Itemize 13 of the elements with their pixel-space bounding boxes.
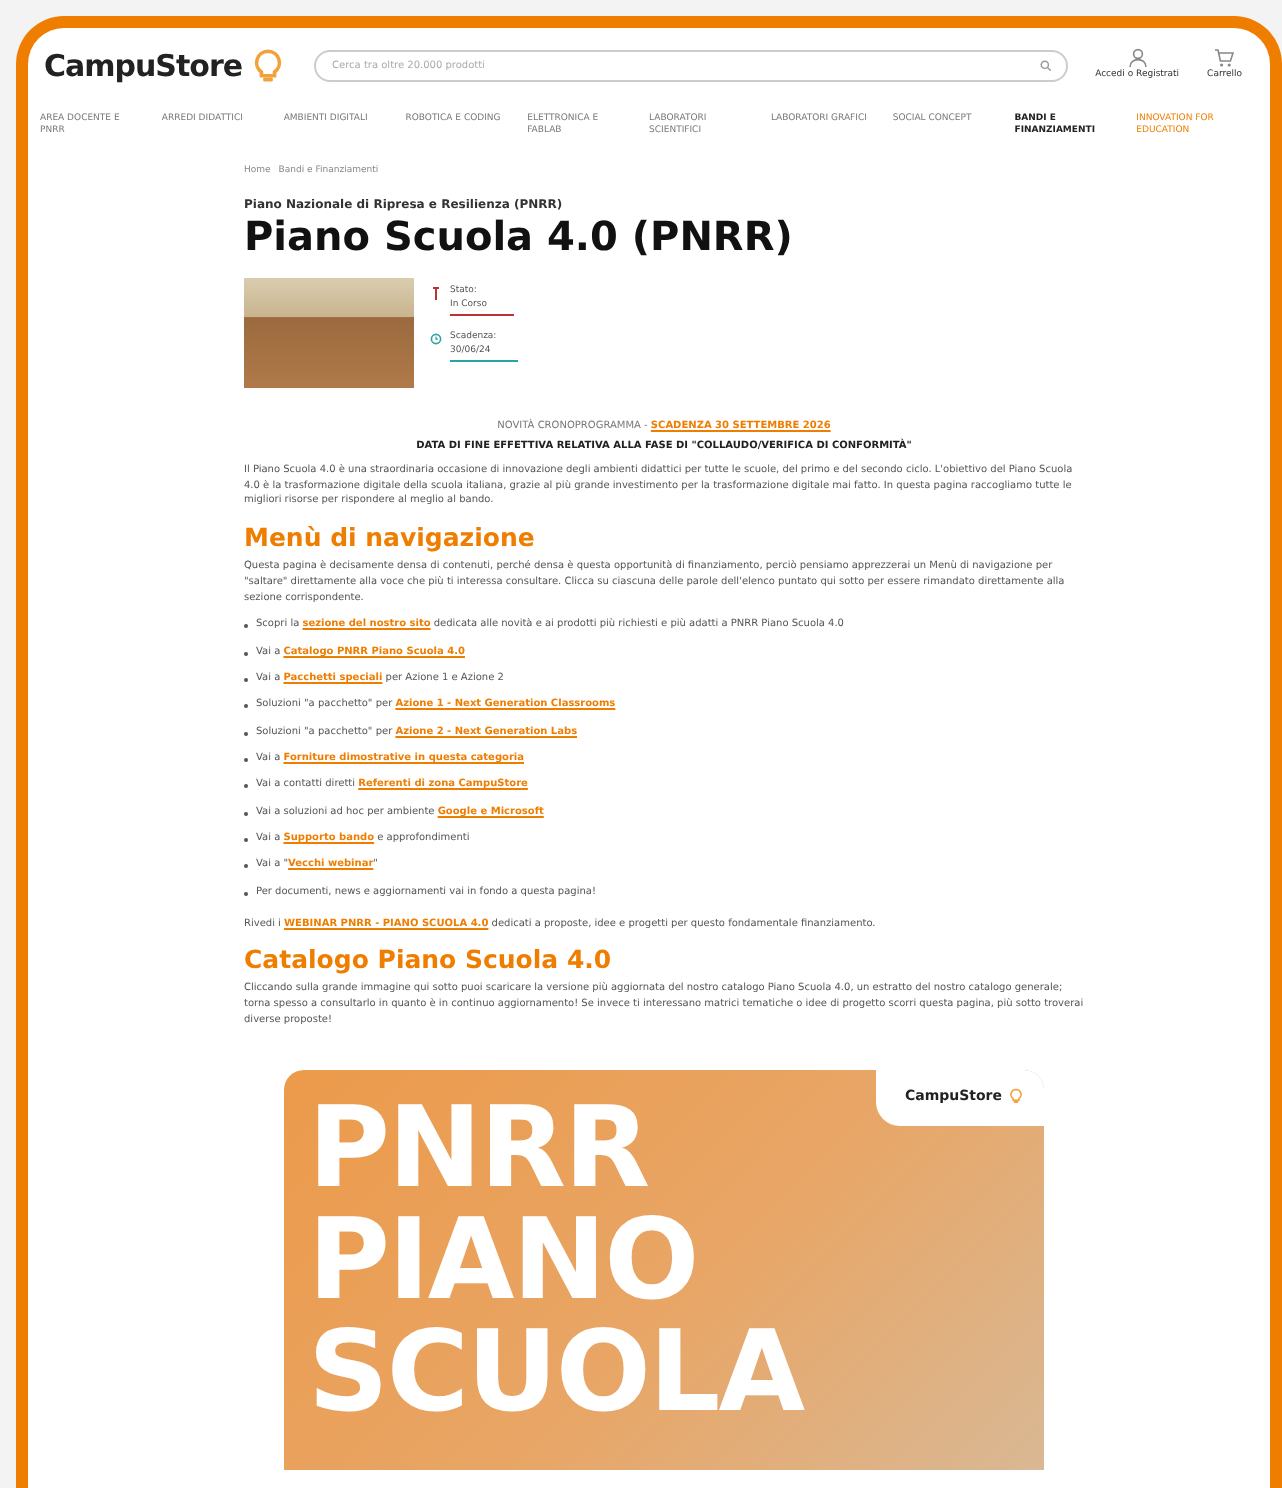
section-heading: Menù di navigazione	[244, 522, 537, 553]
logo-text[interactable]: CampuStore	[44, 44, 243, 89]
page-title: Piano Scuola 4.0 (PNRR)	[244, 214, 795, 259]
banner-heading: SCUOLA	[308, 1317, 804, 1430]
bulb-icon	[1008, 1087, 1024, 1104]
user-icon	[1127, 48, 1148, 69]
clock-icon	[430, 332, 442, 347]
section-heading: Catalogo Piano Scuola 4.0	[244, 944, 614, 975]
banner-heading: PNRR	[308, 1093, 649, 1206]
search-icon[interactable]	[1039, 60, 1052, 73]
bulb-icon	[250, 48, 287, 85]
cart-icon	[1214, 48, 1235, 69]
banner-heading: PIANO	[308, 1205, 698, 1318]
